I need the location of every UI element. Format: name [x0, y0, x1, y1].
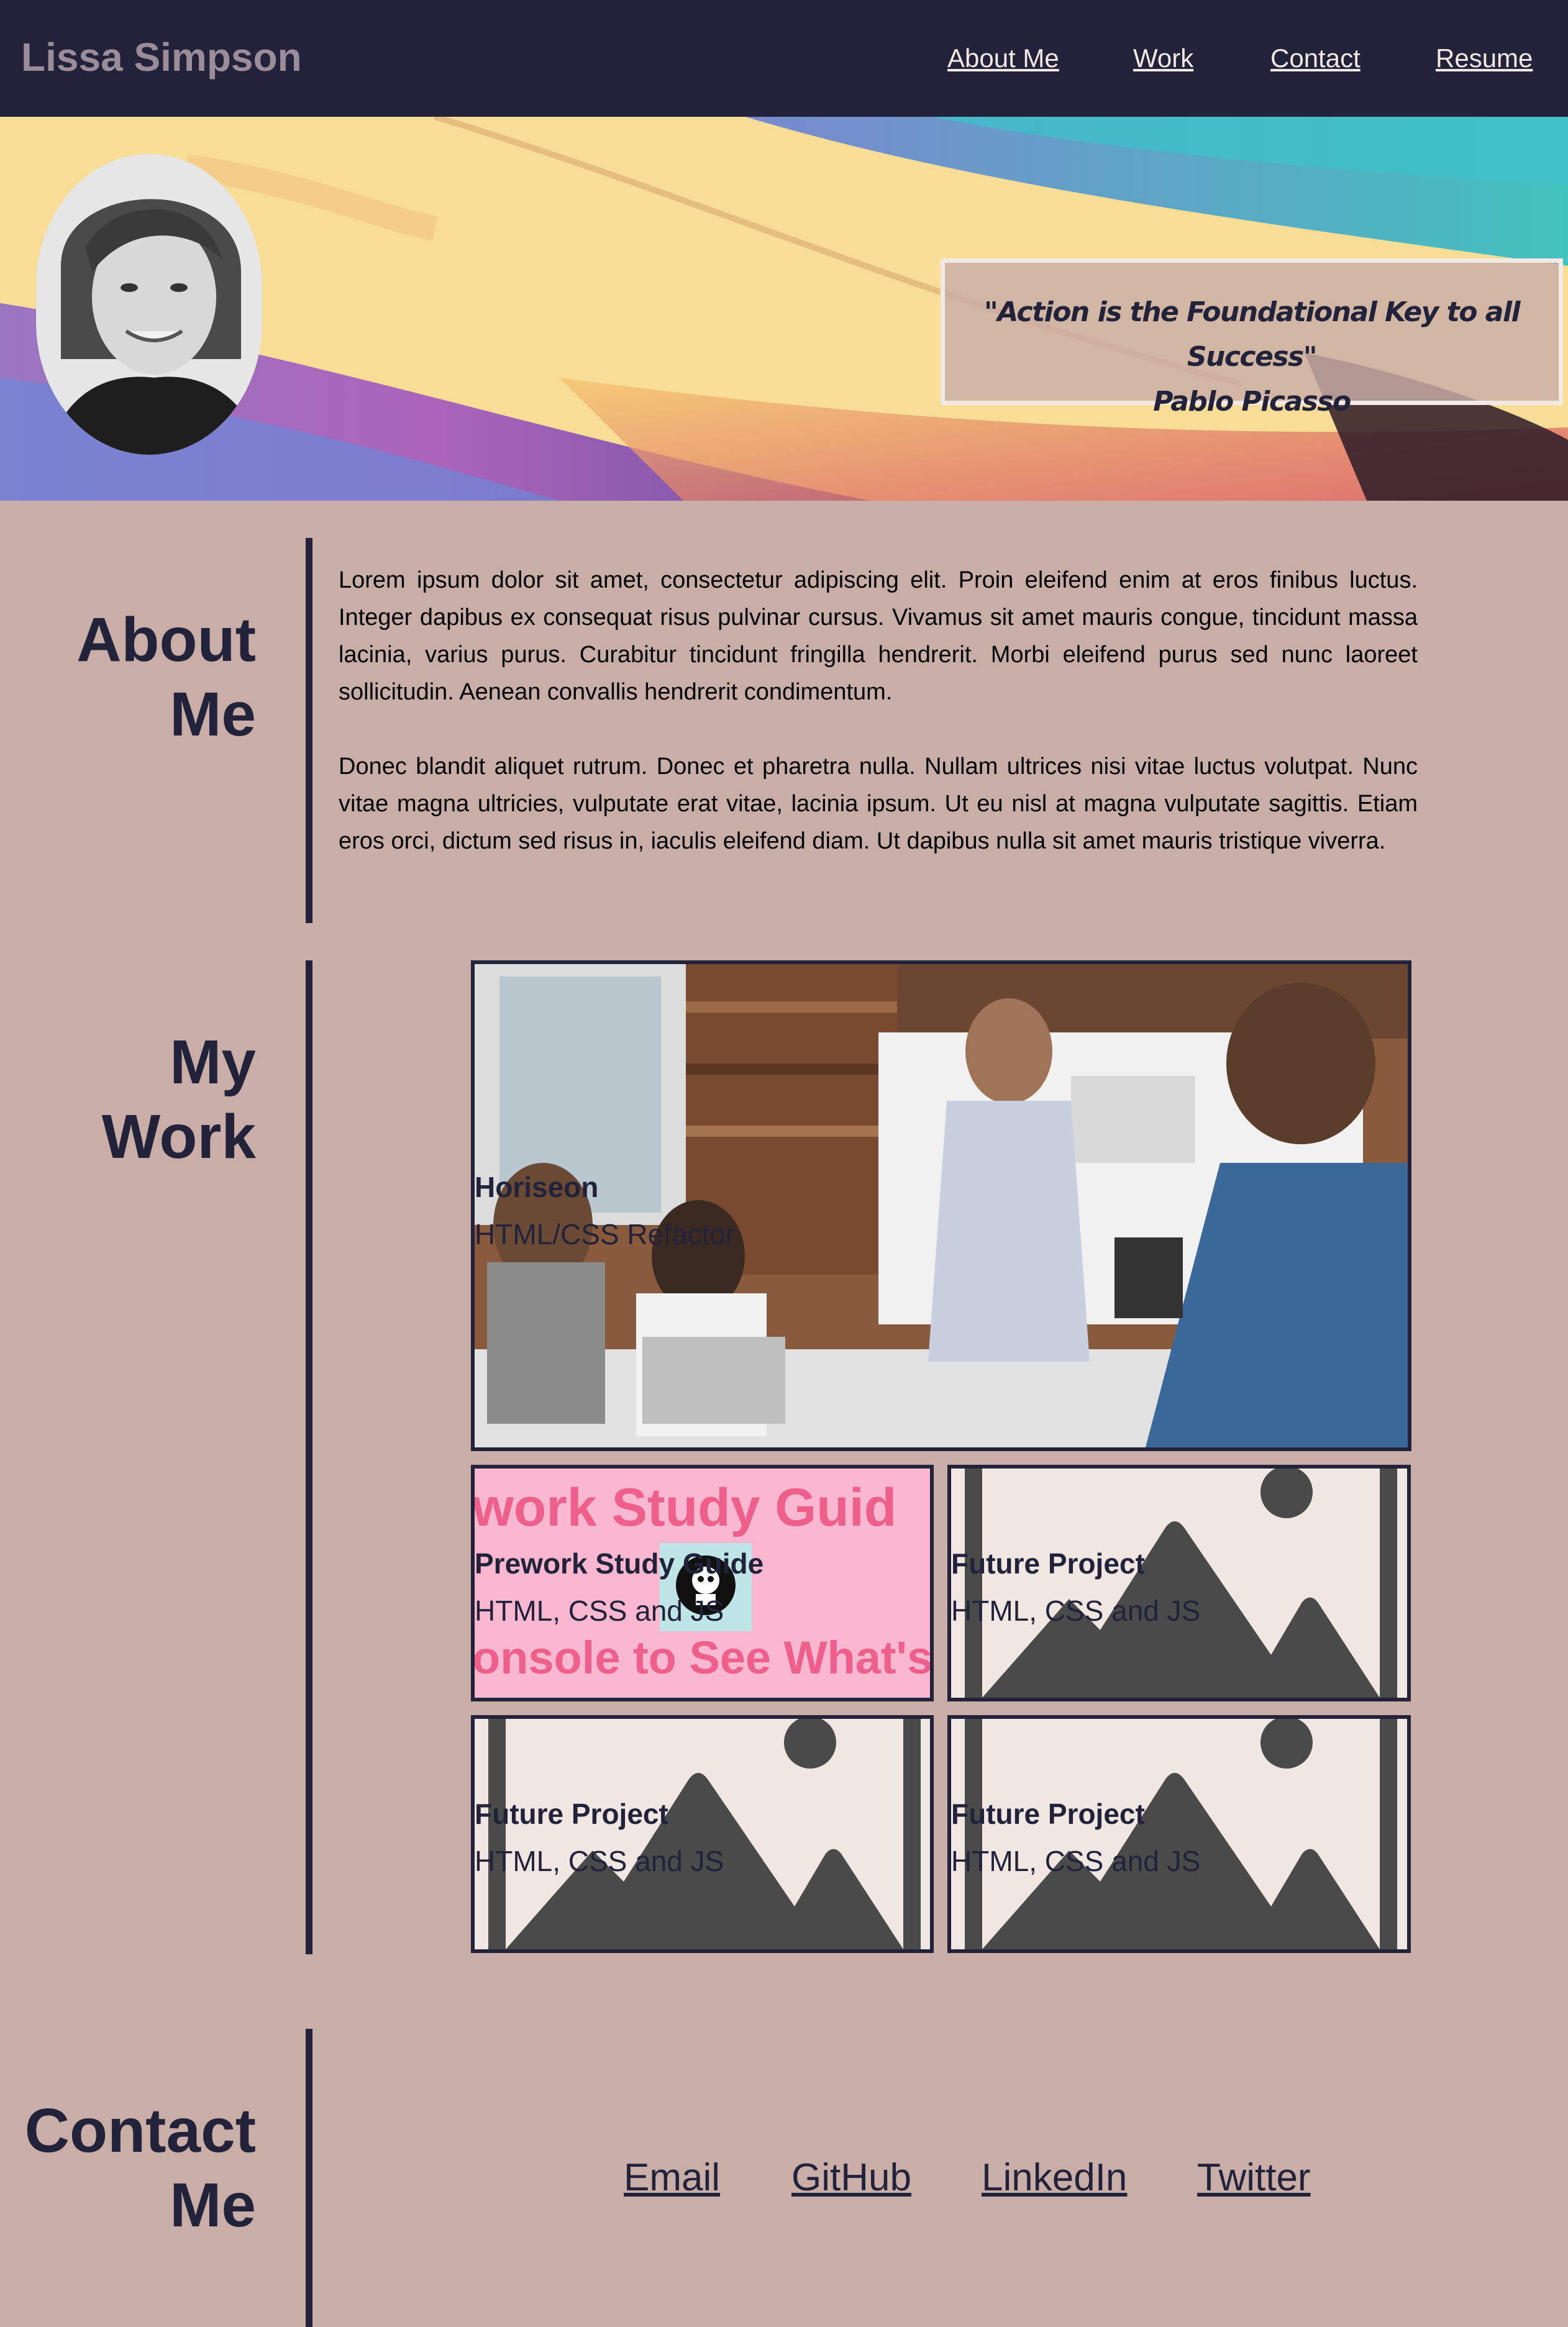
project-title: Horiseon [475, 1171, 599, 1203]
mountain-placeholder-icon [951, 1719, 1407, 1949]
profile-photo [36, 154, 262, 455]
about-paragraph-1: Lorem ipsum dolor sit amet, consectetur … [339, 567, 1418, 705]
contact-link-email[interactable]: Email [624, 2156, 720, 2200]
about-heading-line1: About [76, 605, 256, 675]
project-title: Future Project [951, 1798, 1145, 1830]
mountain-placeholder-icon [951, 1469, 1407, 1698]
about-heading-line2: Me [170, 680, 256, 749]
mountain-placeholder-icon [475, 1719, 930, 1949]
project-card-future-2[interactable]: Future Project HTML, CSS and JS [471, 1715, 934, 1953]
project-title: Future Project [475, 1798, 668, 1830]
project-subtitle: HTML, CSS and JS [951, 1845, 1201, 1877]
banner-text-bottom: onsole to See What's I [472, 1632, 934, 1683]
project-card-future-3[interactable]: Future Project HTML, CSS and JS [947, 1715, 1411, 1953]
about-paragraph-2: Donec blandit aliquet rutrum. Donec et p… [339, 754, 1418, 854]
project-title: Prework Study Guide [475, 1547, 764, 1580]
work-divider [306, 960, 312, 1954]
nav-contact[interactable]: Contact [1270, 43, 1361, 73]
nav-about-me[interactable]: About Me [947, 43, 1059, 73]
site-header: Lissa Simpson About Me Work Contact Resu… [0, 0, 1568, 117]
contact-heading: Contact Me [25, 2093, 256, 2243]
project-card-prework[interactable]: work Study Guid onsole to See What's I P… [471, 1465, 934, 1701]
contact-link-github[interactable]: GitHub [791, 2156, 911, 2200]
about-body: Lorem ipsum dolor sit amet, consectetur … [339, 562, 1418, 860]
quote-text: "Action is the Foundational Key to all S… [983, 296, 1521, 373]
project-title: Future Project [951, 1547, 1145, 1580]
quote-box: "Action is the Foundational Key to all S… [941, 258, 1563, 417]
about-heading: About Me [76, 603, 256, 752]
contact-link-twitter[interactable]: Twitter [1197, 2156, 1311, 2200]
project-subtitle: HTML/CSS Refactor [475, 1218, 736, 1250]
project-card-future-1[interactable]: Future Project HTML, CSS and JS [947, 1465, 1411, 1701]
project-subtitle: HTML, CSS and JS [475, 1845, 724, 1877]
contact-heading-line2: Me [170, 2170, 256, 2240]
hero-banner: "Action is the Foundational Key to all S… [0, 117, 1568, 501]
site-brand: Lissa Simpson [21, 35, 302, 80]
nav-work[interactable]: Work [1133, 43, 1193, 73]
work-heading: My Work [101, 1027, 256, 1172]
contact-heading-line1: Contact [24, 2096, 256, 2165]
nav-resume[interactable]: Resume [1436, 43, 1533, 73]
contact-link-linkedin[interactable]: LinkedIn [982, 2156, 1127, 2200]
team-meeting-photo [475, 964, 1408, 1447]
project-subtitle: HTML, CSS and JS [475, 1595, 724, 1627]
contact-divider [306, 2029, 312, 2327]
portrait-icon [36, 154, 262, 455]
quote-author: Pablo Picasso [1153, 386, 1351, 417]
about-divider [306, 538, 312, 923]
project-subtitle: HTML, CSS and JS [951, 1595, 1201, 1627]
banner-text-top: work Study Guid [472, 1478, 897, 1537]
project-card-horiseon[interactable]: Horiseon HTML/CSS Refactor [471, 960, 1411, 1451]
